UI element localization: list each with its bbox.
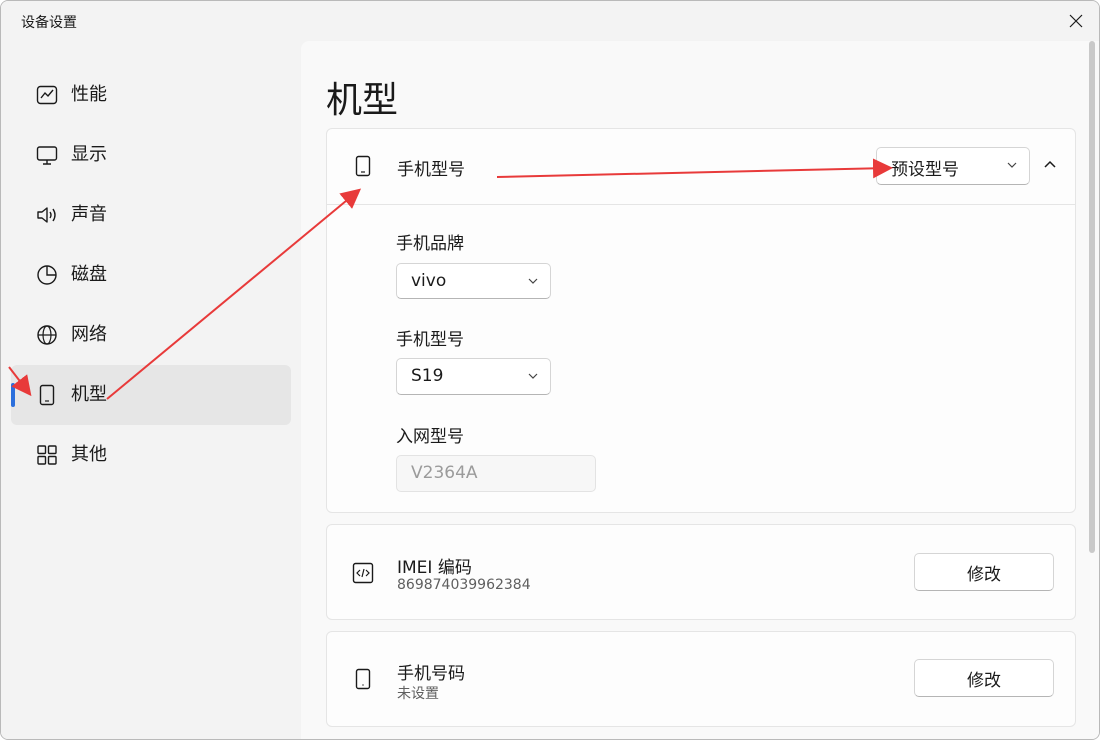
- sidebar-item-disk[interactable]: 磁盘: [11, 245, 291, 305]
- globe-icon: [35, 323, 59, 347]
- sidebar-item-display[interactable]: 显示: [11, 125, 291, 185]
- brand-select[interactable]: vivo: [396, 263, 551, 299]
- imei-title: IMEI 编码: [397, 558, 472, 578]
- grid-icon: [35, 443, 59, 467]
- preset-model-value: 预设型号: [891, 160, 959, 180]
- edit-phone-number-button[interactable]: 修改: [914, 659, 1054, 697]
- phone-icon: [351, 154, 375, 178]
- brand-value: vivo: [411, 271, 447, 291]
- model-card-header[interactable]: 手机型号 预设型号: [327, 129, 1075, 205]
- sidebar-item-label: 机型: [71, 384, 107, 405]
- pie-icon: [35, 263, 59, 287]
- sidebar-item-label: 其他: [71, 444, 107, 465]
- window-title: 设备设置: [21, 15, 77, 31]
- main-content: 机型 手机型号 预设型号 手机品牌 vivo 手机型号 S19 入网型号 V23…: [301, 41, 1099, 739]
- chevron-down-icon: [528, 373, 538, 379]
- close-icon: [1069, 14, 1083, 28]
- phone-icon: [35, 383, 59, 407]
- chart-icon: [35, 83, 59, 107]
- sidebar-item-network[interactable]: 网络: [11, 305, 291, 365]
- brand-label: 手机品牌: [396, 234, 464, 254]
- preset-model-select[interactable]: 预设型号: [876, 147, 1030, 185]
- page-title: 机型: [326, 80, 399, 121]
- imei-value: 869874039962384: [397, 577, 531, 593]
- monitor-icon: [35, 143, 59, 167]
- sidebar-item-sound[interactable]: 声音: [11, 185, 291, 245]
- model-select[interactable]: S19: [396, 358, 551, 395]
- collapse-button[interactable]: [1037, 151, 1063, 177]
- model-card-title: 手机型号: [397, 160, 465, 180]
- phone-number-value: 未设置: [397, 686, 439, 702]
- model-card: 手机型号 预设型号 手机品牌 vivo 手机型号 S19 入网型号 V2364A: [326, 128, 1076, 513]
- sidebar: 性能 显示 声音 磁盘 网络 机型 其他: [1, 41, 301, 739]
- phone-number-card: 手机号码 未设置 修改: [326, 631, 1076, 727]
- code-icon: [351, 561, 375, 585]
- sidebar-item-label: 性能: [71, 84, 107, 105]
- sidebar-item-performance[interactable]: 性能: [11, 65, 291, 125]
- selection-indicator: [11, 383, 15, 407]
- title-bar: 设备设置: [1, 1, 1099, 41]
- model-label: 手机型号: [396, 330, 464, 350]
- imei-card: IMEI 编码 869874039962384 修改: [326, 524, 1076, 620]
- sidebar-item-label: 显示: [71, 144, 107, 165]
- settings-window: 设备设置 性能 显示 声音 磁盘 网络 机型 其他 机型 手机型号 预设型号 手…: [0, 0, 1100, 740]
- chevron-up-icon: [1044, 160, 1056, 168]
- sidebar-item-label: 声音: [71, 204, 107, 225]
- speaker-icon: [35, 203, 59, 227]
- scrollbar[interactable]: [1089, 41, 1095, 553]
- phone-icon: [351, 667, 375, 691]
- chevron-down-icon: [1007, 162, 1017, 168]
- phone-number-title: 手机号码: [397, 664, 465, 684]
- network-model-field[interactable]: V2364A: [396, 455, 596, 492]
- sidebar-item-label: 网络: [71, 324, 107, 345]
- chevron-down-icon: [528, 278, 538, 284]
- close-button[interactable]: [1053, 1, 1099, 41]
- sidebar-item-other[interactable]: 其他: [11, 425, 291, 485]
- edit-imei-button[interactable]: 修改: [914, 553, 1054, 591]
- sidebar-item-model[interactable]: 机型: [11, 365, 291, 425]
- model-value: S19: [411, 366, 444, 386]
- network-model-label: 入网型号: [396, 427, 464, 447]
- sidebar-item-label: 磁盘: [71, 264, 107, 285]
